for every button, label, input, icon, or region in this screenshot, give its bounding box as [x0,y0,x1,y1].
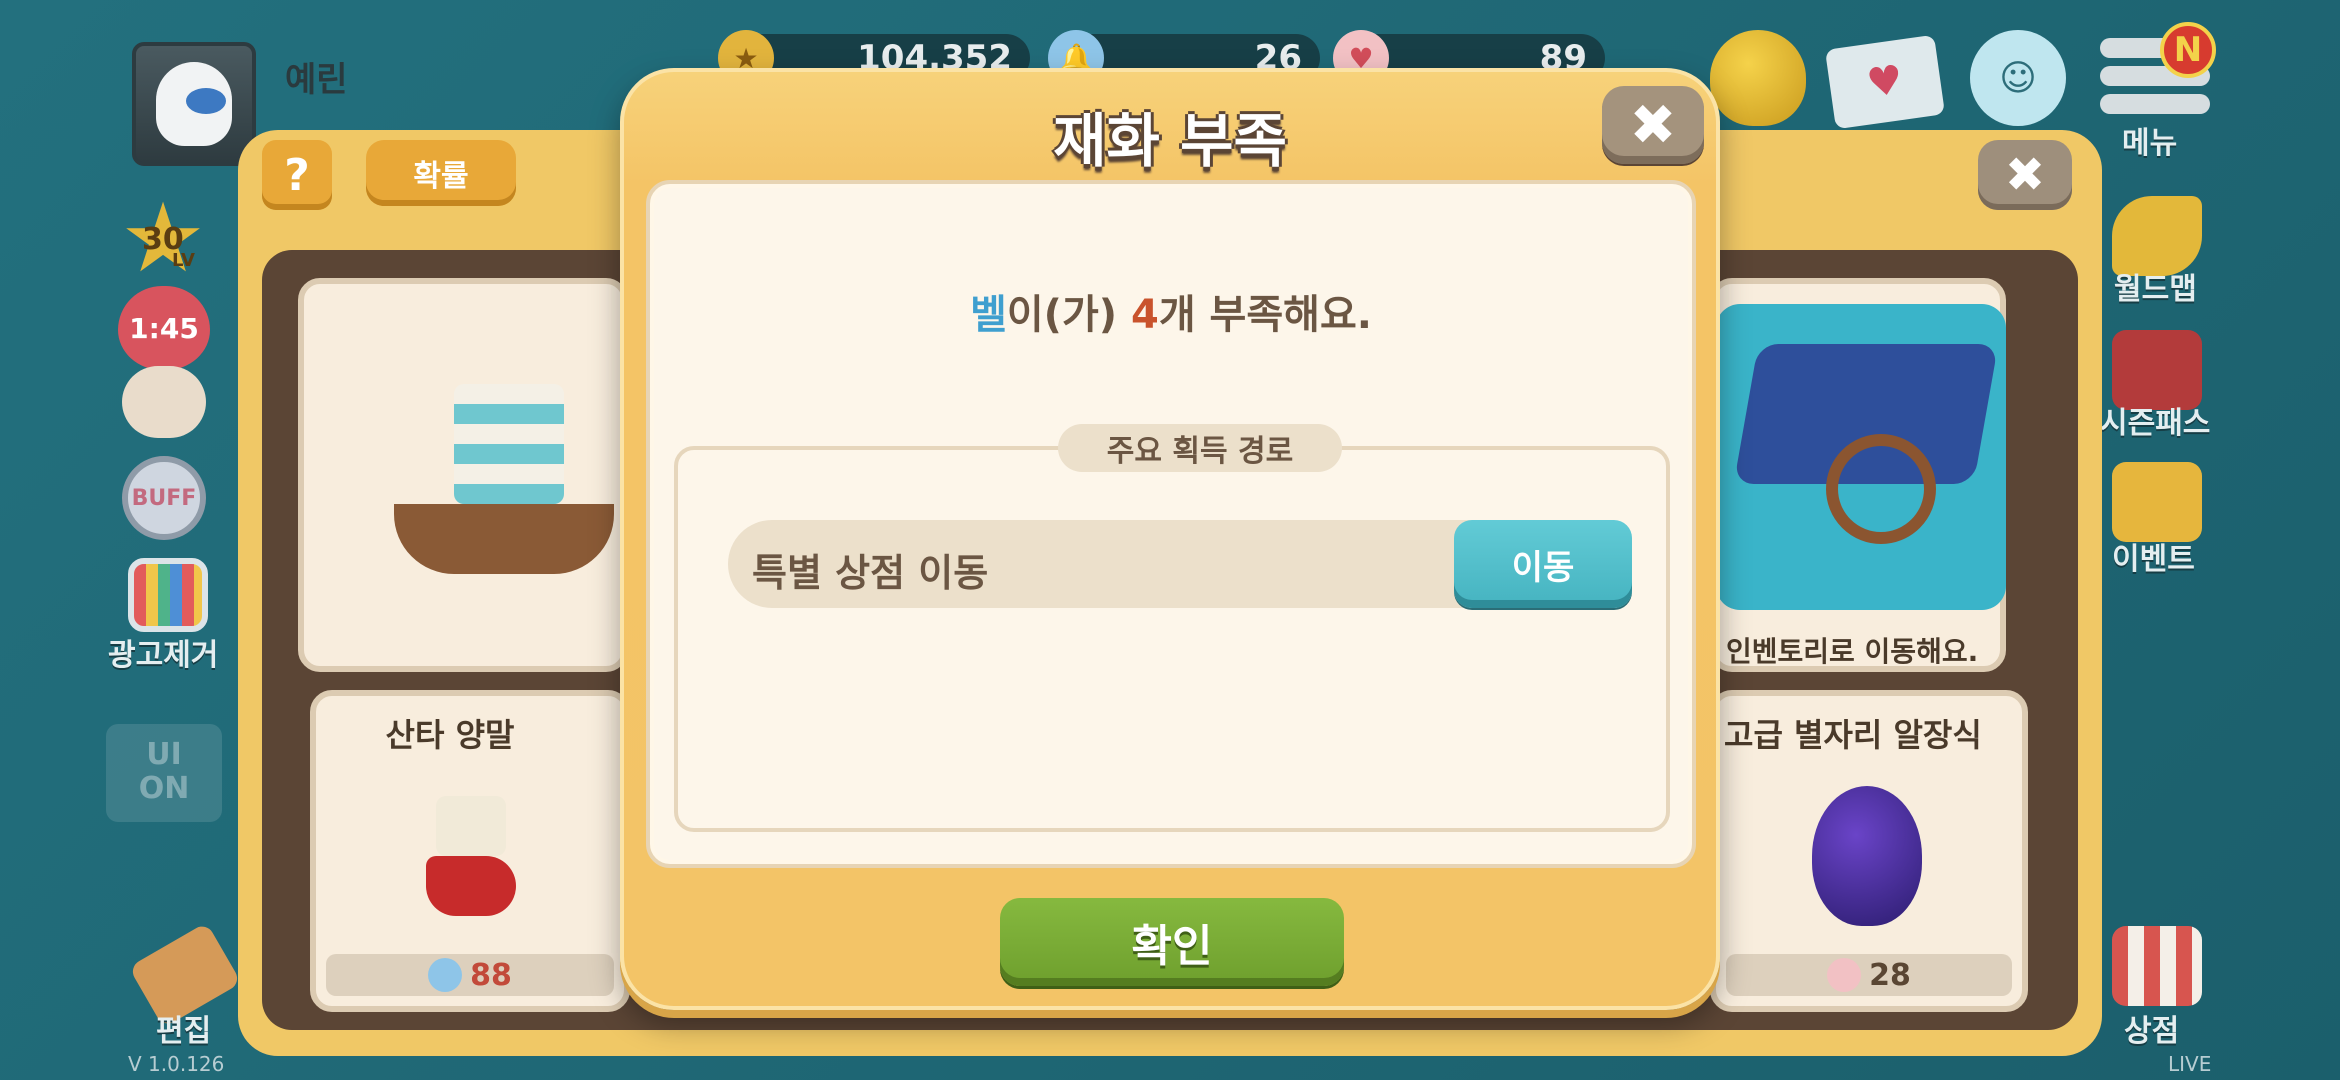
help-button[interactable]: ? [262,140,332,210]
tv-icon[interactable] [128,558,208,632]
acquisition-routes: 주요 획득 경로 특별 상점 이동 이동 [674,424,1670,832]
santa-sock-icon [426,796,516,926]
gift-bag-icon[interactable] [2112,462,2202,542]
shortage-text-2: 개 부족해요. [1158,292,1372,338]
season-pass-label: 시즌패스 [2100,406,2211,441]
player-avatar[interactable] [132,42,256,166]
egg-title: 고급 별자리 알장식 [1724,716,1982,754]
shortage-text-1: 이(가) [1006,292,1131,338]
shortage-count: 4 [1130,292,1159,338]
route-label: 특별 상점 이동 [752,551,989,595]
shop-close-button[interactable]: ✖ [1978,140,2072,210]
ui-toggle-line-1: UI [146,737,182,772]
level-suffix: LV [172,250,195,271]
version-text: V 1.0.126 [128,1052,225,1076]
ui-toggle-line-2: ON [138,771,190,806]
event-label: 이벤트 [2112,542,2195,577]
probability-button[interactable]: 확률 [366,140,516,206]
inventory-caption: 인벤토리로 이동해요. [1726,635,1979,668]
new-badge: N [2160,22,2216,78]
dialog-title: 재화 부족 [1053,107,1287,175]
heart-ticket-icon [1827,958,1862,992]
sock-price: 88 [326,954,614,996]
shop-icon[interactable] [2112,926,2202,1006]
mail-icon[interactable]: ♥ [1824,34,1946,130]
sock-title: 산타 양말 [385,716,515,754]
bell-icon [428,958,463,992]
sock-price-value: 88 [470,957,512,993]
shortage-item: 벨 [970,292,1007,338]
constellation-egg-card[interactable]: 고급 별자리 알장식 28 [1710,690,2028,1012]
egg-price: 28 [1726,954,2012,996]
confirm-button[interactable]: 확인 [1000,898,1344,986]
bird-avatar-icon [156,62,232,146]
ship-card[interactable] [298,278,628,672]
constellation-egg-icon [1812,786,1922,926]
ui-toggle-button[interactable]: UI ON [106,724,222,822]
dialog-content: 벨이(가) 4개 부족해요. 주요 획득 경로 특별 상점 이동 이동 [646,180,1696,868]
sheep-icon[interactable] [122,366,206,438]
route-item: 특별 상점 이동 이동 [728,520,1632,608]
ship-icon [384,344,614,624]
buff-button[interactable]: BUFF [122,456,206,540]
heart-timer: 1:45 [118,286,210,370]
santa-sock-card[interactable]: 산타 양말 88 [310,690,630,1012]
world-map-label: 월드맵 [2114,272,2197,307]
menu-label: 메뉴 [2122,126,2178,161]
egg-price-value: 28 [1869,957,1911,993]
insufficient-currency-dialog: 재화 부족 ✖ 벨이(가) 4개 부족해요. 주요 획득 경로 특별 상점 이동… [620,68,1720,1010]
boathouse-icon [1716,304,2006,610]
routes-header: 주요 획득 경로 [1058,424,1342,472]
live-indicator: LIVE [2168,1052,2212,1076]
friend-icon[interactable]: ☺ [1970,30,2066,126]
shop-label: 상점 [2124,1014,2180,1049]
edit-label: 편집 [156,1014,212,1049]
golden-egg-icon[interactable] [1710,30,1806,126]
player-name: 예린 [285,60,348,100]
shortage-message: 벨이(가) 4개 부족해요. [650,282,1692,340]
ad-remove-label: 광고제거 [108,638,219,673]
boathouse-card[interactable]: 인벤토리로 이동해요. [1710,278,2006,672]
dialog-close-button[interactable]: ✖ [1602,86,1704,164]
move-button[interactable]: 이동 [1454,520,1632,608]
